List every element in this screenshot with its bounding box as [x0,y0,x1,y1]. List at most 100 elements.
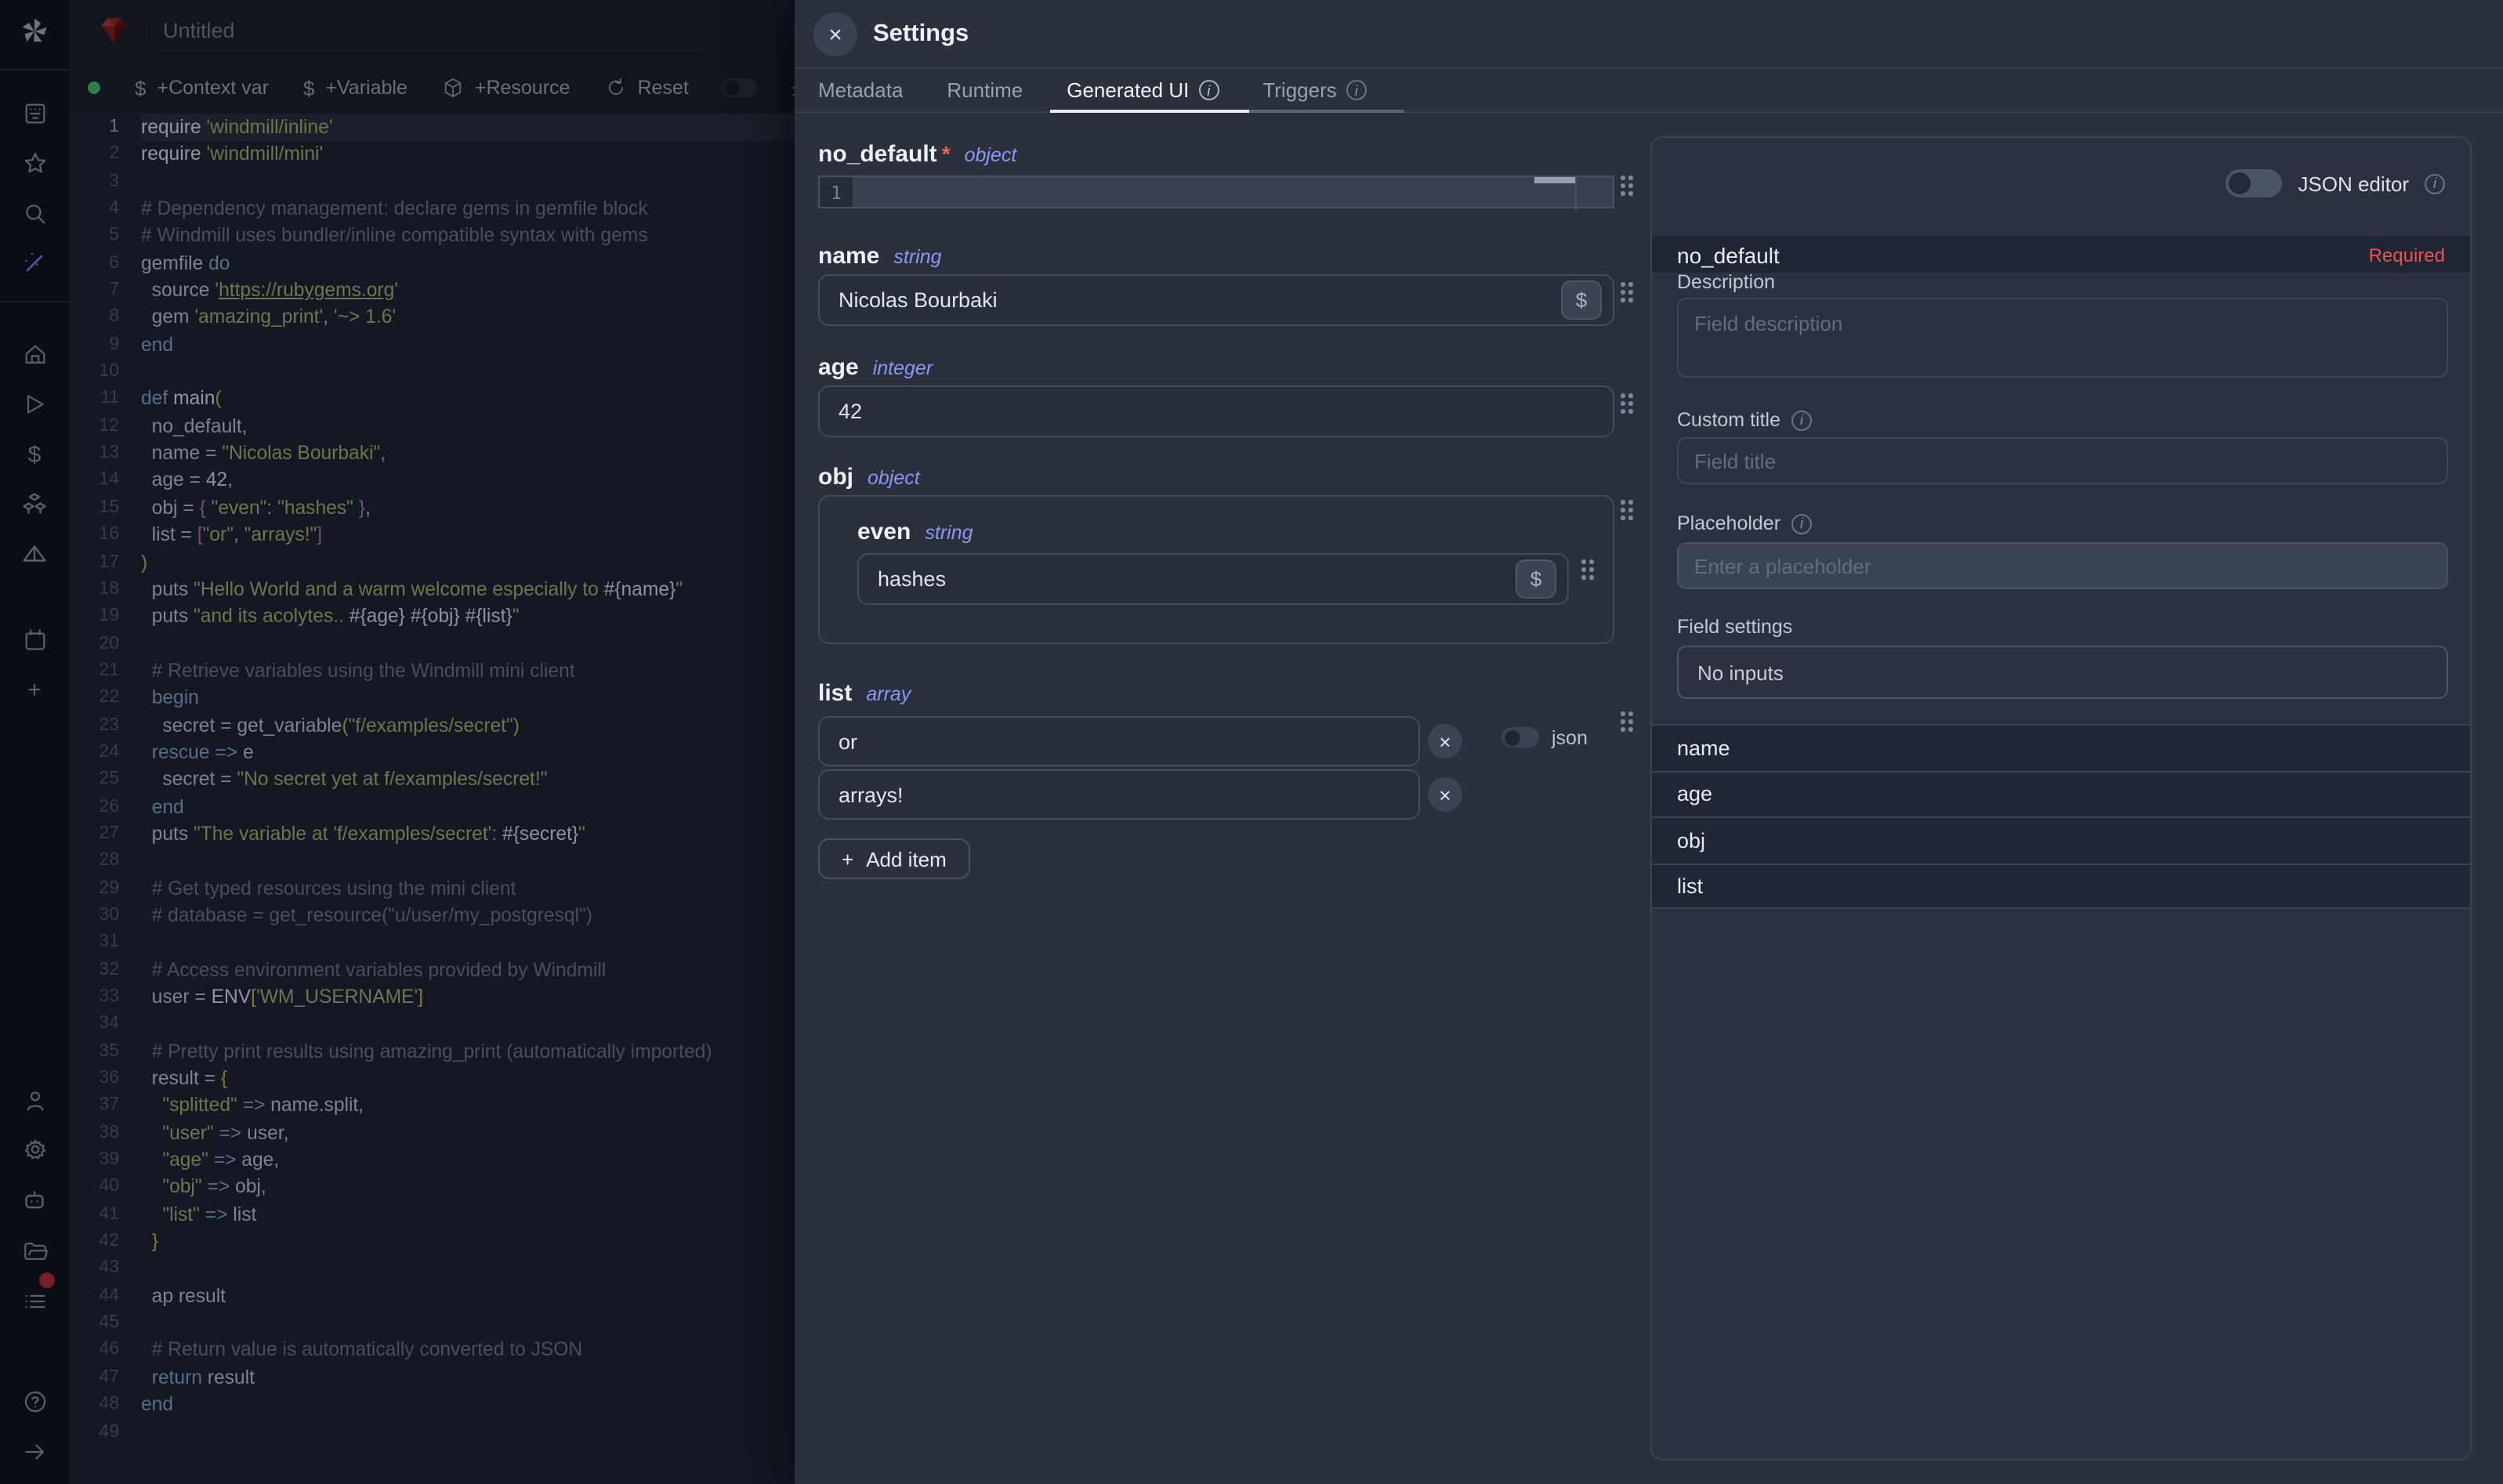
code-line[interactable]: 1require 'windmill/inline' [69,114,795,142]
close-icon[interactable]: × [813,13,857,56]
code-line[interactable]: 15 obj = { "even": "hashes" }, [69,495,795,523]
reset-button[interactable]: Reset [604,77,688,99]
expand-arrow-icon[interactable] [0,1429,69,1473]
list-item-input[interactable] [818,769,1420,820]
remove-item-icon[interactable]: × [1428,777,1462,812]
add-context-var-button[interactable]: $ +Context var [135,76,269,100]
code-line[interactable]: 47 return result [69,1365,795,1392]
code-line[interactable]: 21 # Retrieve variables using the Windmi… [69,658,795,686]
code-line[interactable]: 11def main( [69,386,795,414]
resources-cubes-icon[interactable] [0,483,69,527]
code-line[interactable]: 44 ap result [69,1283,795,1311]
ai-wand-icon[interactable] [0,241,69,285]
field-row-list[interactable]: list [1652,863,2470,909]
scrollbar-thumb[interactable] [1534,177,1575,183]
code-line[interactable]: 20 [69,631,795,658]
age-field-input[interactable] [818,385,1614,437]
drag-handle[interactable] [1621,500,1636,523]
code-line[interactable]: 6gemfile do [69,250,795,277]
json-editor-toggle[interactable] [2226,169,2282,197]
code-line[interactable]: 43 [69,1256,795,1283]
code-line[interactable]: 35 # Pretty print results using amazing_… [69,1038,795,1066]
selected-field-row[interactable]: no_default Required [1652,237,2470,273]
drag-handle[interactable] [1621,393,1636,417]
favorites-star-icon[interactable] [0,141,69,185]
code-lines[interactable]: 1require 'windmill/inline'2require 'wind… [69,114,795,1446]
dollar-badge-button[interactable]: $ [1561,281,1602,320]
code-line[interactable]: 26 end [69,794,795,821]
code-line[interactable]: 3 [69,168,795,196]
code-line[interactable]: 5# Windmill uses bundler/inline compatib… [69,223,795,251]
code-line[interactable]: 17) [69,549,795,577]
remove-item-icon[interactable]: × [1428,724,1462,758]
settings-gear-icon[interactable] [0,1127,69,1171]
code-line[interactable]: 9end [69,332,795,360]
code-line[interactable]: 45 [69,1310,795,1337]
code-line[interactable]: 42 } [69,1229,795,1256]
variables-dollar-icon[interactable]: $ [0,433,69,476]
code-line[interactable]: 28 [69,849,795,876]
code-line[interactable]: 22 begin [69,685,795,712]
list-item-input[interactable] [818,716,1420,766]
code-editor[interactable]: 1require 'windmill/inline'2require 'wind… [69,114,795,1484]
add-item-button[interactable]: + Add item [818,838,970,879]
dollar-badge-button[interactable]: $ [1516,559,1556,599]
code-line[interactable]: 41 "list" => list [69,1202,795,1229]
user-icon[interactable] [0,1078,69,1122]
code-line[interactable]: 12 no_default, [69,414,795,441]
code-line[interactable]: 48end [69,1392,795,1419]
code-line[interactable]: 27 puts "The variable at 'f/examples/sec… [69,821,795,849]
home-icon[interactable] [0,332,69,376]
code-line[interactable]: 14 age = 42, [69,468,795,495]
custom-title-input[interactable] [1677,437,2448,484]
tab-triggers[interactable]: Triggers i [1262,78,1366,102]
code-line[interactable]: 10 [69,359,795,386]
add-plus-icon[interactable]: + [0,668,69,711]
code-line[interactable]: 31 [69,930,795,957]
field-row-name[interactable]: name [1652,724,2470,770]
help-icon[interactable] [0,1379,69,1423]
code-line[interactable]: 46 # Return value is automatically conve… [69,1337,795,1365]
code-line[interactable]: 30 # database = get_resource("u/user/my_… [69,903,795,930]
code-line[interactable]: 18 puts "Hello World and a warm welcome … [69,577,795,604]
code-line[interactable]: 25 secret = "No secret yet at f/examples… [69,767,795,794]
field-row-obj[interactable]: obj [1652,816,2470,863]
changelog-list-icon[interactable] [0,1279,69,1323]
code-line[interactable]: 7 source 'https://rubygems.org' [69,277,795,305]
even-field-input[interactable] [857,553,1569,605]
description-textarea[interactable] [1677,298,2448,378]
add-resource-button[interactable]: +Resource [442,77,571,99]
code-line[interactable]: 38 "user" => user, [69,1120,795,1147]
code-line[interactable]: 16 list = ["or", "arrays!"] [69,522,795,549]
code-line[interactable]: 29 # Get typed resources using the mini … [69,875,795,903]
workspace-icon[interactable] [0,91,69,135]
tab-generated-ui[interactable]: Generated UI i [1067,78,1219,102]
windmill-logo-icon[interactable] [0,9,69,53]
code-line[interactable]: 40 "obj" => obj, [69,1175,795,1202]
diff-toggle[interactable] [723,78,758,97]
code-line[interactable]: 37 "splitted" => name.split, [69,1093,795,1120]
no-default-json-input[interactable]: 1 [818,176,1614,208]
code-line[interactable]: 36 result = { [69,1066,795,1093]
schedules-calendar-icon[interactable] [0,617,69,661]
code-line[interactable]: 23 secret = get_variable("f/examples/sec… [69,712,795,740]
code-line[interactable]: 8 gem 'amazing_print', '~> 1.6' [69,305,795,332]
code-line[interactable]: 49 [69,1419,795,1446]
drag-handle[interactable] [1581,559,1597,583]
code-line[interactable]: 13 name = "Nicolas Bourbaki", [69,440,795,468]
drag-handle[interactable] [1621,176,1636,199]
drag-handle[interactable] [1621,282,1636,306]
drag-handle[interactable] [1621,711,1636,735]
code-line[interactable]: 4# Dependency management: declare gems i… [69,196,795,223]
add-variable-button[interactable]: $ +Variable [303,76,408,100]
code-line[interactable]: 34 [69,1012,795,1039]
code-line[interactable]: 19 puts "and its acolytes.. #{age} #{obj… [69,603,795,631]
code-line[interactable]: 33 user = ENV['WM_USERNAME'] [69,984,795,1012]
diff-prism-icon[interactable] [0,533,69,577]
tab-metadata[interactable]: Metadata [818,78,903,102]
code-line[interactable]: 24 rescue => e [69,740,795,767]
name-field-input[interactable] [818,274,1614,326]
search-icon[interactable] [0,191,69,235]
code-line[interactable]: 39 "age" => age, [69,1147,795,1175]
folders-icon[interactable] [0,1229,69,1272]
